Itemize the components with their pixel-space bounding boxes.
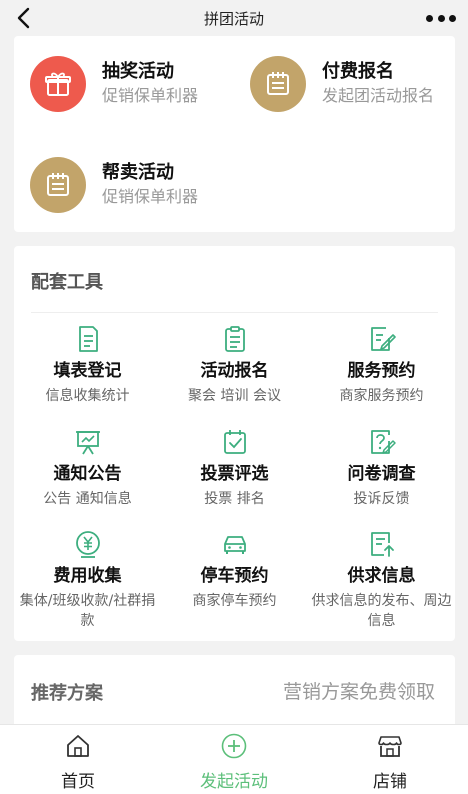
- tool-service-booking[interactable]: 服务预约 商家服务预约: [308, 324, 455, 406]
- edit-document-icon: [370, 327, 396, 351]
- tool-title: 费用收集: [53, 566, 122, 586]
- tool-form-register[interactable]: 填表登记 信息收集统计: [14, 324, 161, 406]
- yuan-coin-icon: [75, 531, 100, 558]
- tab-label: 店铺: [373, 772, 407, 792]
- notepad-icon: [30, 157, 86, 213]
- chevron-left-icon: [17, 7, 30, 29]
- recommend-card: 推荐方案 营销方案免费领取: [14, 655, 455, 735]
- store-icon: [378, 736, 402, 757]
- tool-subtitle: 投诉反馈: [353, 491, 410, 507]
- tool-title: 问卷调查: [347, 464, 416, 484]
- tab-create-activity[interactable]: 发起活动: [156, 725, 312, 794]
- tool-subtitle: 商家停车预约: [192, 593, 277, 609]
- dot-icon: [437, 14, 445, 22]
- activity-title: 付费报名: [322, 61, 394, 82]
- divider: [31, 312, 438, 313]
- gift-icon: [30, 56, 86, 112]
- activity-subtitle: 促销保单利器: [102, 86, 199, 105]
- tool-title: 供求信息: [347, 566, 416, 586]
- tool-title: 投票评选: [200, 464, 269, 484]
- document-upload-icon: [370, 532, 394, 557]
- tool-parking-booking[interactable]: 停车预约 商家停车预约: [161, 529, 308, 611]
- car-icon: [223, 536, 246, 554]
- notepad-icon: [250, 56, 306, 112]
- activity-help-sell[interactable]: 帮卖活动 促销保单利器: [30, 157, 198, 213]
- activity-paid-signup[interactable]: 付费报名 发起团活动报名: [250, 56, 434, 112]
- tool-subtitle: 商家服务预约: [339, 388, 424, 404]
- form-icon: [78, 326, 98, 352]
- tool-notice[interactable]: 通知公告 公告 通知信息: [14, 427, 161, 509]
- recommend-link[interactable]: 营销方案免费领取: [283, 677, 435, 704]
- tab-label: 发起活动: [200, 772, 268, 792]
- activity-title: 抽奖活动: [102, 61, 174, 82]
- plus-circle-icon: [221, 733, 247, 759]
- clipboard-icon: [224, 326, 245, 352]
- back-button[interactable]: [10, 5, 36, 31]
- tool-title: 活动报名: [200, 361, 269, 381]
- tool-voting[interactable]: 投票评选 投票 排名: [161, 427, 308, 509]
- tool-subtitle: 投票 排名: [204, 491, 265, 507]
- top-bar: 拼团活动: [0, 0, 468, 36]
- tool-subtitle: 聚会 培训 会议: [188, 388, 281, 404]
- tool-title: 服务预约: [347, 361, 416, 381]
- question-document-icon: [370, 430, 396, 454]
- activity-card: 抽奖活动 促销保单利器 付费报名 发起团活动报名 帮卖活动 促销保单利器: [14, 36, 455, 232]
- tool-subtitle: 公告 通知信息: [43, 491, 132, 507]
- tool-event-signup[interactable]: 活动报名 聚会 培训 会议: [161, 324, 308, 406]
- page-title: 拼团活动: [203, 9, 264, 28]
- more-menu-button[interactable]: [426, 10, 456, 26]
- tab-store[interactable]: 店铺: [312, 725, 468, 794]
- activity-lottery[interactable]: 抽奖活动 促销保单利器: [30, 56, 198, 112]
- tool-title: 通知公告: [53, 464, 122, 484]
- section-title: 配套工具: [31, 272, 103, 293]
- tool-survey[interactable]: 问卷调查 投诉反馈: [308, 427, 455, 509]
- tool-subtitle: 集体/班级收款/社群捐款: [19, 593, 156, 629]
- tab-label: 首页: [61, 772, 95, 792]
- vote-check-icon: [223, 430, 246, 454]
- bottom-tab-bar: 首页 发起活动 店铺: [0, 724, 468, 794]
- dot-icon: [449, 14, 456, 22]
- tools-card: 配套工具 填表登记 信息收集统计 活动报名 聚会 培训 会议 服务预约 商家服务…: [14, 246, 455, 641]
- recommend-title: 推荐方案: [31, 683, 103, 704]
- activity-subtitle: 促销保单利器: [102, 187, 199, 206]
- tool-title: 填表登记: [53, 361, 122, 381]
- tool-subtitle: 供求信息的发布、周边信息: [311, 593, 452, 629]
- tab-home[interactable]: 首页: [0, 725, 156, 794]
- activity-title: 帮卖活动: [102, 162, 174, 183]
- tool-subtitle: 信息收集统计: [45, 388, 130, 404]
- tool-fee-collection[interactable]: 费用收集 集体/班级收款/社群捐款: [14, 529, 161, 631]
- tool-title: 停车预约: [200, 566, 269, 586]
- dot-icon: [426, 14, 433, 22]
- presentation-board-icon: [75, 431, 100, 455]
- home-icon: [67, 735, 89, 757]
- tool-supply-demand[interactable]: 供求信息 供求信息的发布、周边信息: [308, 529, 455, 631]
- activity-subtitle: 发起团活动报名: [322, 86, 435, 105]
